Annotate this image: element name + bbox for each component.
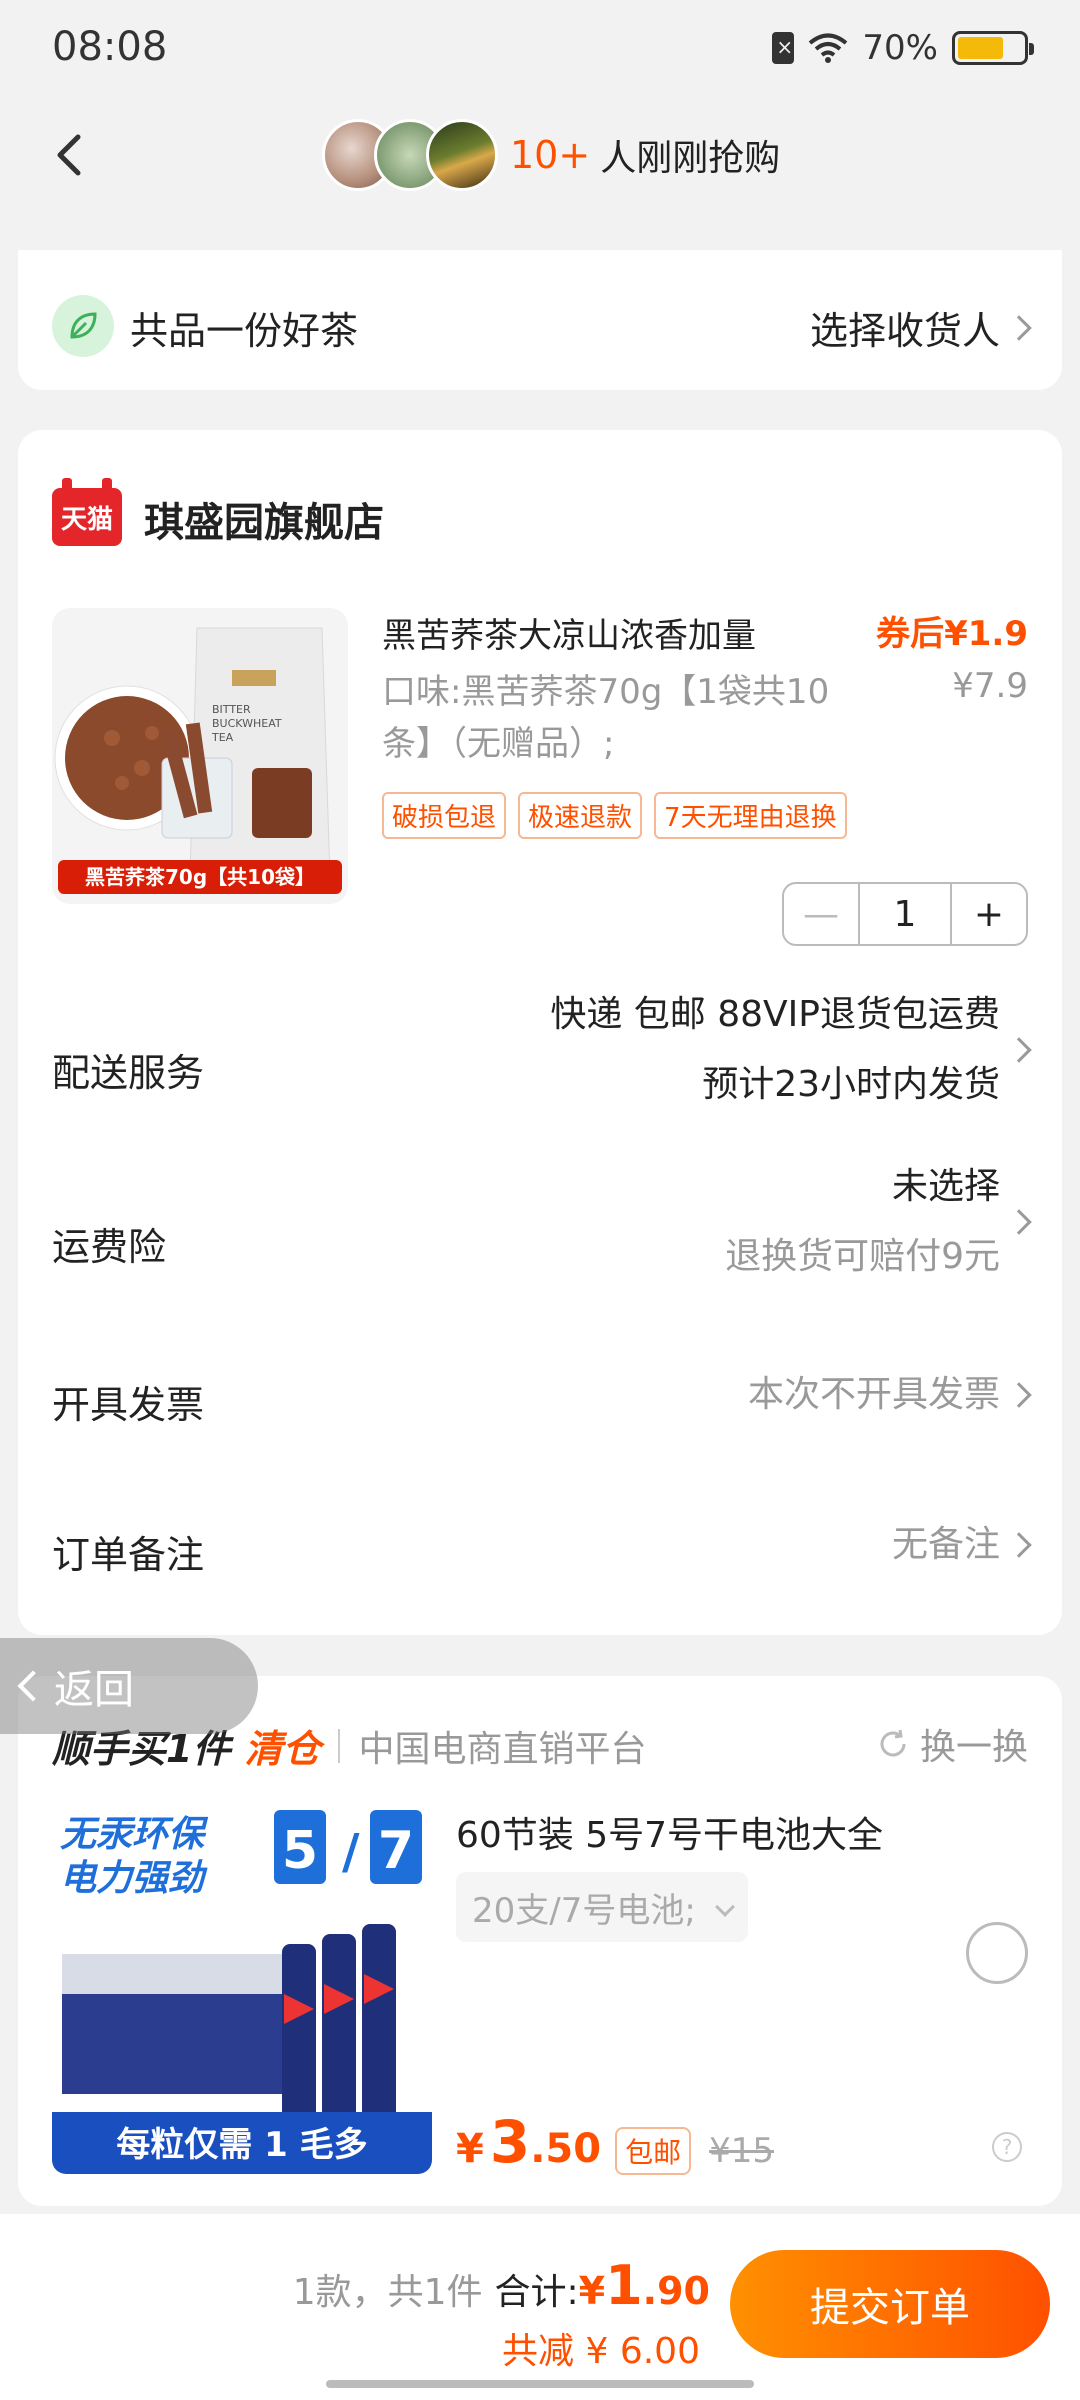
- select-recipient-label: 选择收货人: [809, 309, 1000, 353]
- status-icons: 70%: [772, 28, 1034, 68]
- addon-spec-value: 20支/7号电池;: [472, 1890, 696, 1931]
- total-int: 1: [605, 2254, 643, 2317]
- battery-fill: [958, 37, 1003, 59]
- tea-package-illustration: BITTER BUCKWHEAT TEA 黑苦荞茶70g【共10袋】: [52, 608, 348, 904]
- home-indicator[interactable]: [326, 2380, 754, 2388]
- free-shipping-badge: 包邮: [615, 2127, 692, 2175]
- insurance-desc: 退换货可赔付9元: [725, 1236, 1000, 1277]
- recent-buyers: 10+ 人刚刚抢购: [322, 100, 780, 210]
- submit-order-button[interactable]: 提交订单: [730, 2250, 1050, 2358]
- delivery-label: 配送服务: [52, 1051, 205, 1095]
- order-card: 天猫 琪盛园旗舰店 BITTER BUCKWHEAT TEA 黑苦荞茶70g【共…: [18, 430, 1062, 1635]
- leaf-icon: [52, 295, 114, 357]
- invoice-value: 本次不开具发票: [747, 1374, 1000, 1415]
- chevron-right-icon: [1006, 1209, 1032, 1235]
- shop-name[interactable]: 琪盛园旗舰店: [144, 490, 384, 548]
- svg-text:TEA: TEA: [211, 731, 234, 744]
- chevron-left-icon: [17, 1670, 49, 1702]
- battery-icon: [952, 31, 1034, 65]
- note-label: 订单备注: [52, 1533, 205, 1577]
- original-price: ¥7.9: [952, 666, 1028, 706]
- refresh-button[interactable]: 换一换: [876, 1718, 1028, 1770]
- insurance-row[interactable]: 未选择 退换货可赔付9元: [725, 1152, 1032, 1292]
- back-arrow-icon[interactable]: [40, 125, 100, 185]
- svg-text:BUCKWHEAT: BUCKWHEAT: [212, 717, 282, 730]
- checkout-bar: 1款，共1件 合计: ¥ 1 .90 共减 ¥ 6.00 提交订单: [0, 2214, 1080, 2400]
- floating-back-label: 返回: [54, 1667, 134, 1713]
- svg-text:5: 5: [282, 1821, 318, 1881]
- svg-text:BITTER: BITTER: [212, 703, 251, 716]
- coupon-price: 券后¥1.9: [876, 614, 1028, 654]
- chevron-right-icon: [1006, 1532, 1032, 1558]
- chevron-right-icon: [1006, 1382, 1032, 1408]
- invoice-label: 开具发票: [52, 1383, 205, 1427]
- total-dec: .90: [642, 2269, 710, 2313]
- svg-text:无汞环保: 无汞环保: [60, 1814, 209, 1855]
- delivery-row[interactable]: 快递 包邮 88VIP退货包运费 预计23小时内发货: [550, 980, 1032, 1120]
- item-count: 1款，共1件: [292, 2272, 483, 2313]
- svg-text:电力强劲: 电力强劲: [60, 1858, 208, 1899]
- buyer-count: 10+: [510, 133, 591, 177]
- svg-text:/: /: [342, 1824, 360, 1880]
- addon-price: ¥ 3 .50 包邮 ¥15: [456, 2108, 774, 2176]
- order-total: 1款，共1件 合计: ¥ 1 .90: [293, 2254, 710, 2317]
- refresh-label: 换一换: [919, 1727, 1028, 1768]
- battery-pack-illustration: 无汞环保 电力强劲 5 / 7 每粒仅需 1 毛多: [52, 1794, 432, 2174]
- addon-clearance: 清仓: [244, 1727, 321, 1771]
- addon-original-price: ¥15: [709, 2131, 774, 2171]
- product-spec[interactable]: 口味:黑苦荞茶70g【1袋共10条】（无赠品）;: [382, 666, 842, 770]
- quantity-stepper: — 1 +: [782, 882, 1028, 946]
- service-tags: 破损包退 极速退款 7天无理由退换: [382, 792, 847, 839]
- nav-bar: 10+ 人刚刚抢购: [0, 100, 1080, 210]
- total-label: 合计:: [494, 2272, 579, 2313]
- wifi-icon: [809, 33, 848, 63]
- floating-back-button[interactable]: 返回: [0, 1638, 258, 1734]
- svg-text:每粒仅需 1 毛多: 每粒仅需 1 毛多: [116, 2125, 367, 2165]
- increase-button[interactable]: +: [952, 884, 1026, 944]
- insurance-status: 未选择: [891, 1166, 1000, 1207]
- note-row[interactable]: 无备注: [891, 1510, 1032, 1580]
- service-tag: 极速退款: [518, 792, 643, 839]
- quantity-value[interactable]: 1: [858, 884, 952, 944]
- delivery-eta: 预计23小时内发货: [702, 1064, 1000, 1105]
- total-symbol: ¥: [578, 2269, 606, 2313]
- status-bar: 08:08 70%: [0, 0, 1080, 100]
- addon-subtitle: 中国电商直销平台: [358, 1728, 647, 1770]
- product-title[interactable]: 黑苦荞茶大凉山浓香加量: [382, 608, 756, 657]
- addon-spec-select[interactable]: 20支/7号电池;: [456, 1872, 748, 1942]
- buyer-text: 人刚刚抢购: [600, 138, 781, 179]
- status-time: 08:08: [52, 24, 168, 70]
- recipient-card[interactable]: 共品一份好茶 选择收货人: [18, 250, 1062, 390]
- addon-product-name[interactable]: 60节装 5号7号干电池大全: [456, 1806, 883, 1858]
- select-recipient-button[interactable]: 选择收货人: [809, 300, 1032, 355]
- battery-percent: 70%: [862, 28, 938, 68]
- note-value: 无备注: [891, 1524, 1000, 1565]
- chevron-right-icon: [1006, 314, 1032, 341]
- discount-total: 共减 ¥ 6.00: [502, 2331, 700, 2372]
- avatar: [426, 119, 498, 191]
- tmall-logo: 天猫: [52, 478, 122, 546]
- invoice-row[interactable]: 本次不开具发票: [747, 1360, 1032, 1430]
- service-tag: 7天无理由退换: [654, 792, 847, 839]
- addon-product-image[interactable]: 无汞环保 电力强劲 5 / 7 每粒仅需 1 毛多: [52, 1794, 432, 2174]
- delivery-info: 快递 包邮 88VIP退货包运费: [550, 994, 1000, 1035]
- product-image-banner: 黑苦荞茶70g【共10袋】: [85, 865, 315, 889]
- divider: [338, 1728, 341, 1763]
- addon-card: 顺手买1件 清仓 中国电商直销平台 换一换 无汞环保 电力强劲 5 / 7 每粒: [18, 1676, 1062, 2206]
- addon-price-symbol: ¥: [456, 2126, 484, 2172]
- addon-select-radio[interactable]: [966, 1922, 1028, 1984]
- refresh-icon: [880, 1729, 906, 1757]
- chevron-right-icon: [1006, 1037, 1032, 1063]
- addon-price-dec: .50: [530, 2126, 602, 2172]
- help-icon[interactable]: ?: [992, 2132, 1022, 2162]
- product-image[interactable]: BITTER BUCKWHEAT TEA 黑苦荞茶70g【共10袋】: [52, 608, 348, 904]
- sim-off-icon: [772, 32, 795, 64]
- addon-price-int: 3: [489, 2108, 531, 2176]
- gift-title: 共品一份好茶: [130, 309, 359, 353]
- svg-text:7: 7: [378, 1821, 414, 1881]
- insurance-label: 运费险: [52, 1225, 167, 1269]
- service-tag: 破损包退: [382, 792, 507, 839]
- decrease-button[interactable]: —: [784, 884, 858, 944]
- chevron-down-icon: [714, 1897, 735, 1917]
